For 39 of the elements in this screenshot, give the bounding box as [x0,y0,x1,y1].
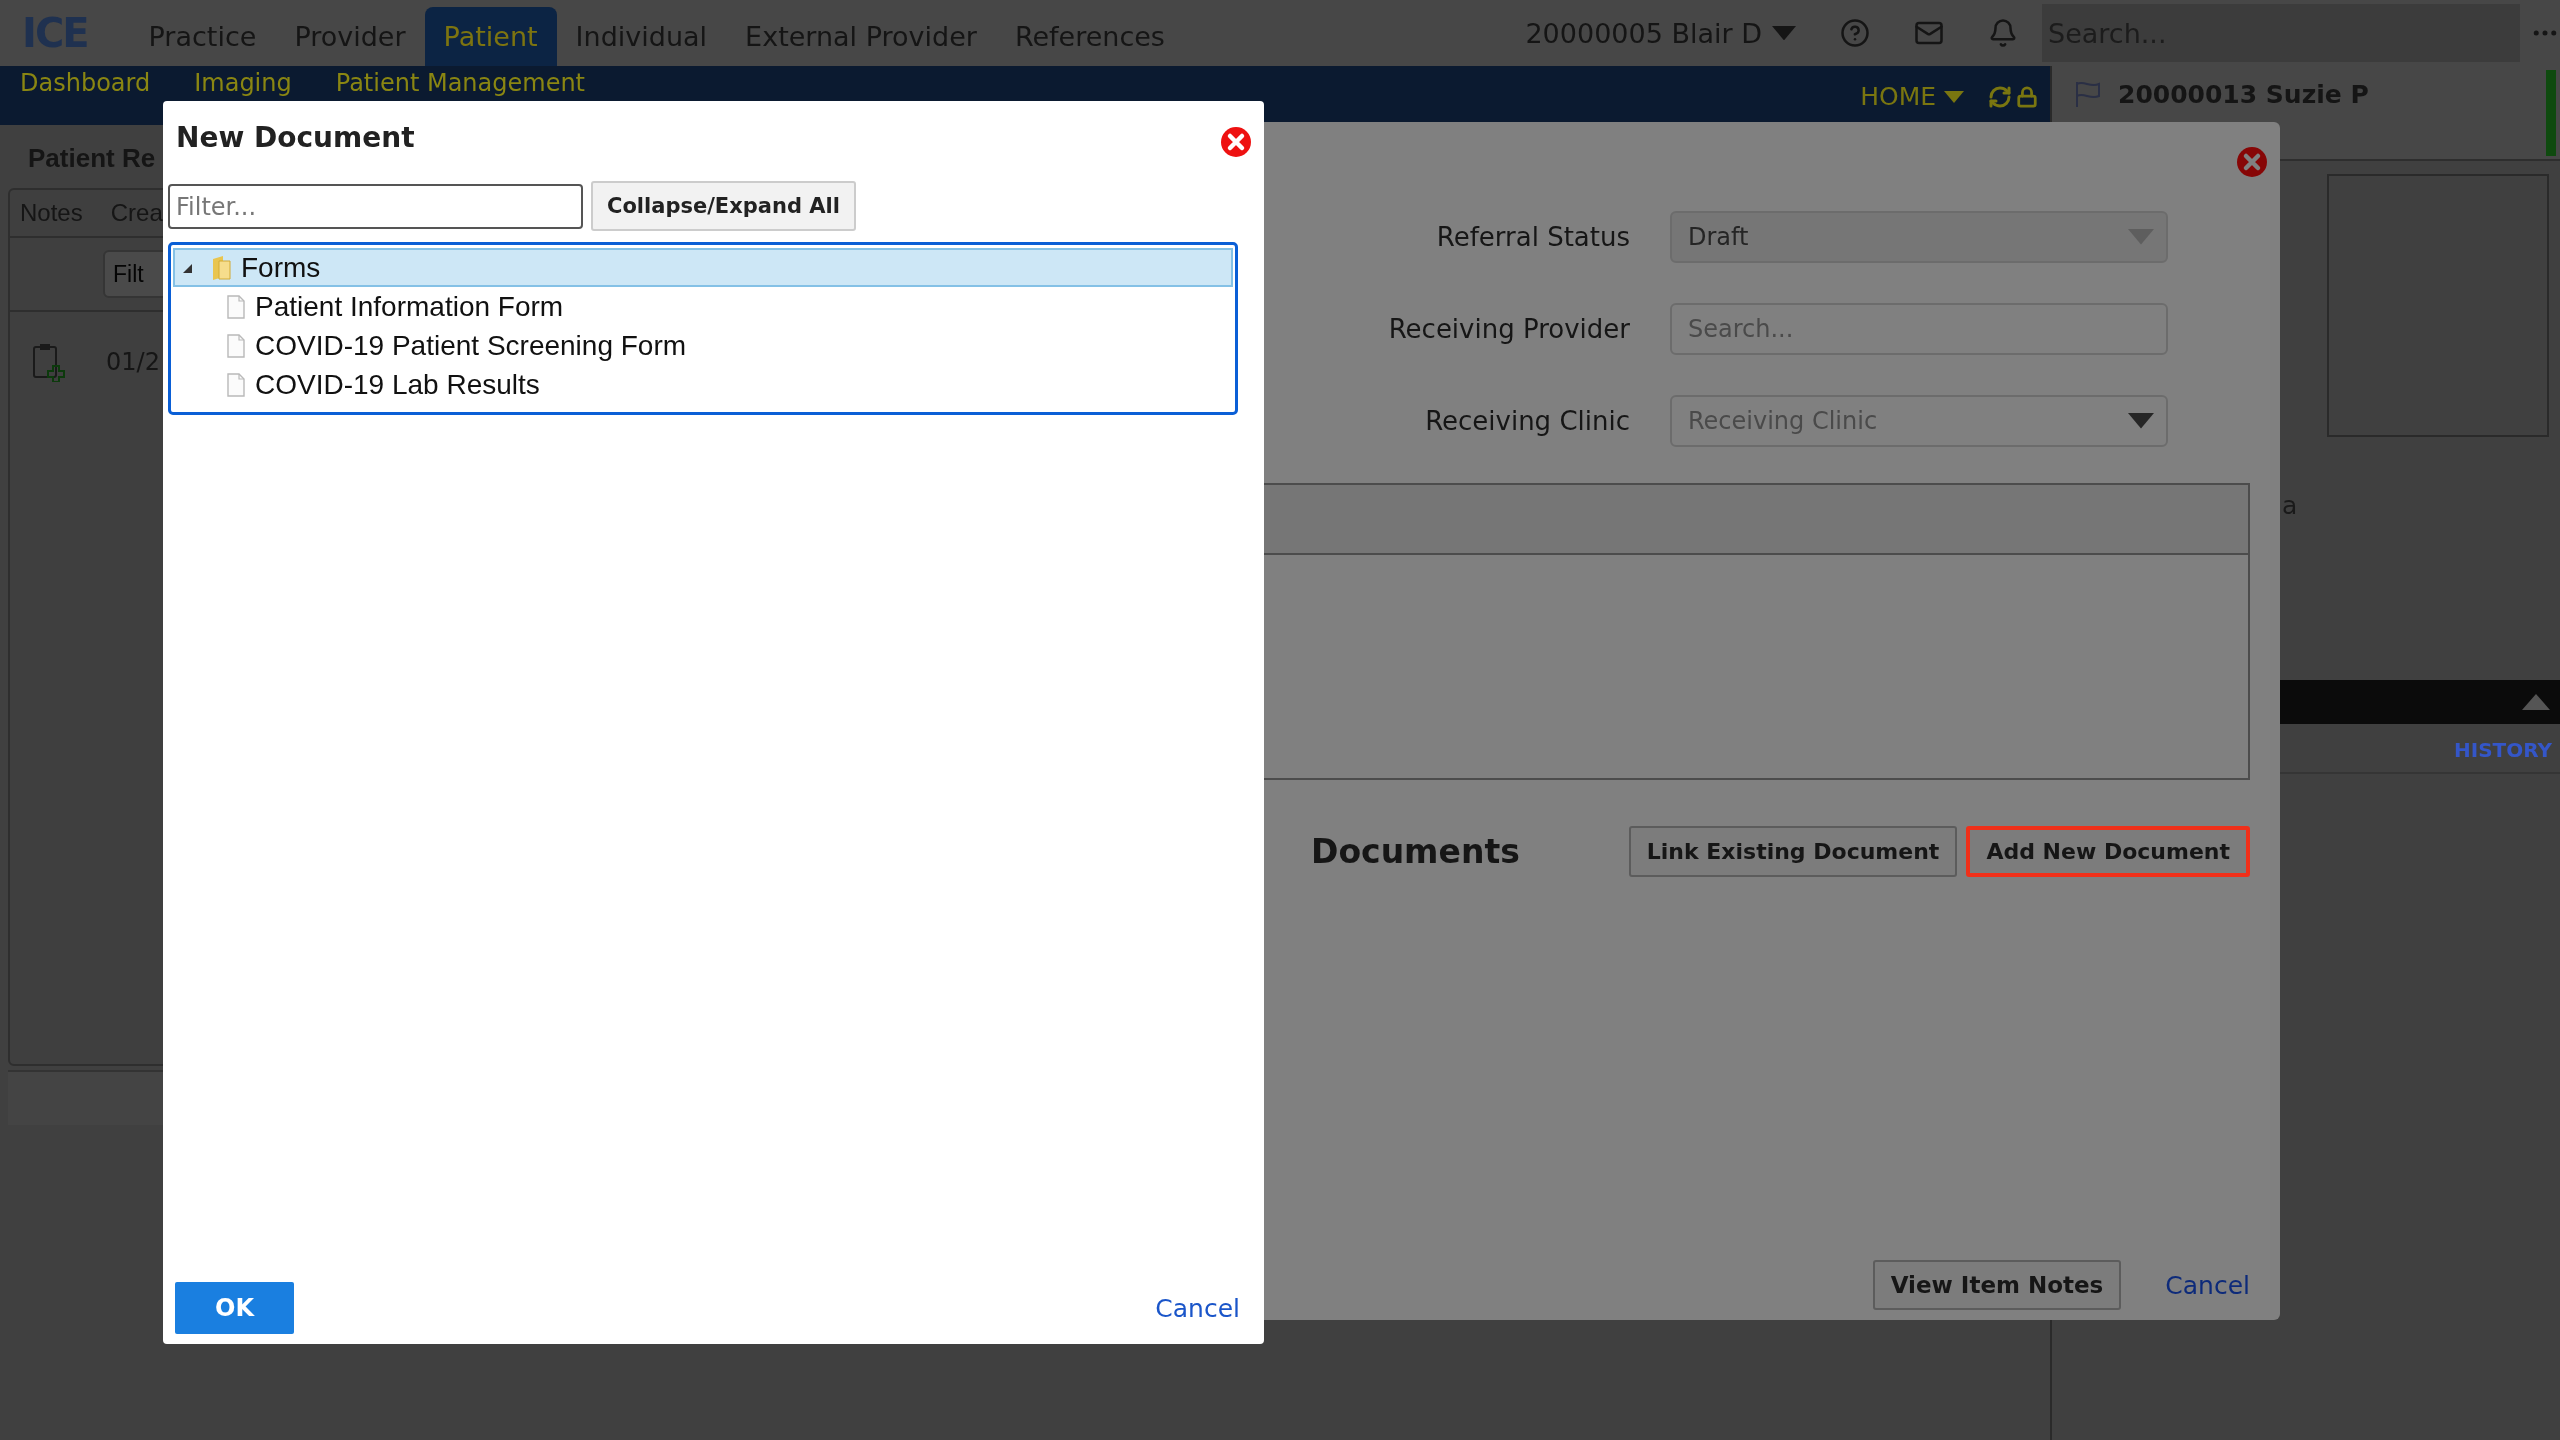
cancel-link[interactable]: Cancel [2165,1270,2250,1300]
close-icon[interactable] [2236,146,2268,178]
refresh-icon[interactable] [1988,84,2012,109]
sub-nav-link[interactable]: Imaging [194,68,292,98]
document-button[interactable]: Link Existing Document [1628,826,1958,877]
nav-tab[interactable]: Patient [424,7,557,66]
close-icon[interactable] [1220,126,1252,158]
home-menu[interactable]: HOME [1860,82,1964,111]
tree-item[interactable]: COVID-19 Lab Results [173,365,1233,404]
help-icon[interactable] [1840,18,1870,48]
cancel-link[interactable]: Cancel [1155,1293,1240,1323]
filter-field[interactable]: Filter... [168,184,583,229]
dialog-title: New Document [176,119,415,156]
tree-item[interactable]: Forms [173,248,1233,287]
folder-icon [211,254,231,281]
caret-icon [2128,229,2154,245]
lock-icon [2016,85,2038,108]
field-label: Receiving Clinic [1424,406,1630,436]
bell-icon[interactable] [1988,18,2018,48]
collapse-icon[interactable] [2522,694,2550,710]
document-icon [227,294,245,319]
ok-button[interactable]: OK [175,1282,294,1334]
document-icon [227,372,245,397]
caret-icon [1944,90,1964,103]
view-notes-button[interactable]: View Item Notes [1872,1260,2122,1310]
field-label: Referral Status [1435,222,1630,252]
document-icon [227,333,245,358]
caret-icon [1772,25,1796,41]
field-label: Receiving Provider [1387,314,1630,344]
clipboard-plus-icon [32,342,66,382]
collapse-expand-button[interactable]: Collapse/Expand All [591,181,856,231]
caret-icon [2128,413,2154,429]
tree-item[interactable]: Patient Information Form [173,287,1233,326]
sub-nav-link[interactable]: Dashboard [20,68,151,98]
document-button[interactable]: Add New Document [1966,826,2250,877]
tree-item[interactable]: COVID-19 Patient Screening Form [173,326,1233,365]
sub-nav-link[interactable]: Patient Management [335,68,586,98]
flag-icon[interactable] [2074,80,2102,108]
section-title: Documents [1311,832,1520,871]
